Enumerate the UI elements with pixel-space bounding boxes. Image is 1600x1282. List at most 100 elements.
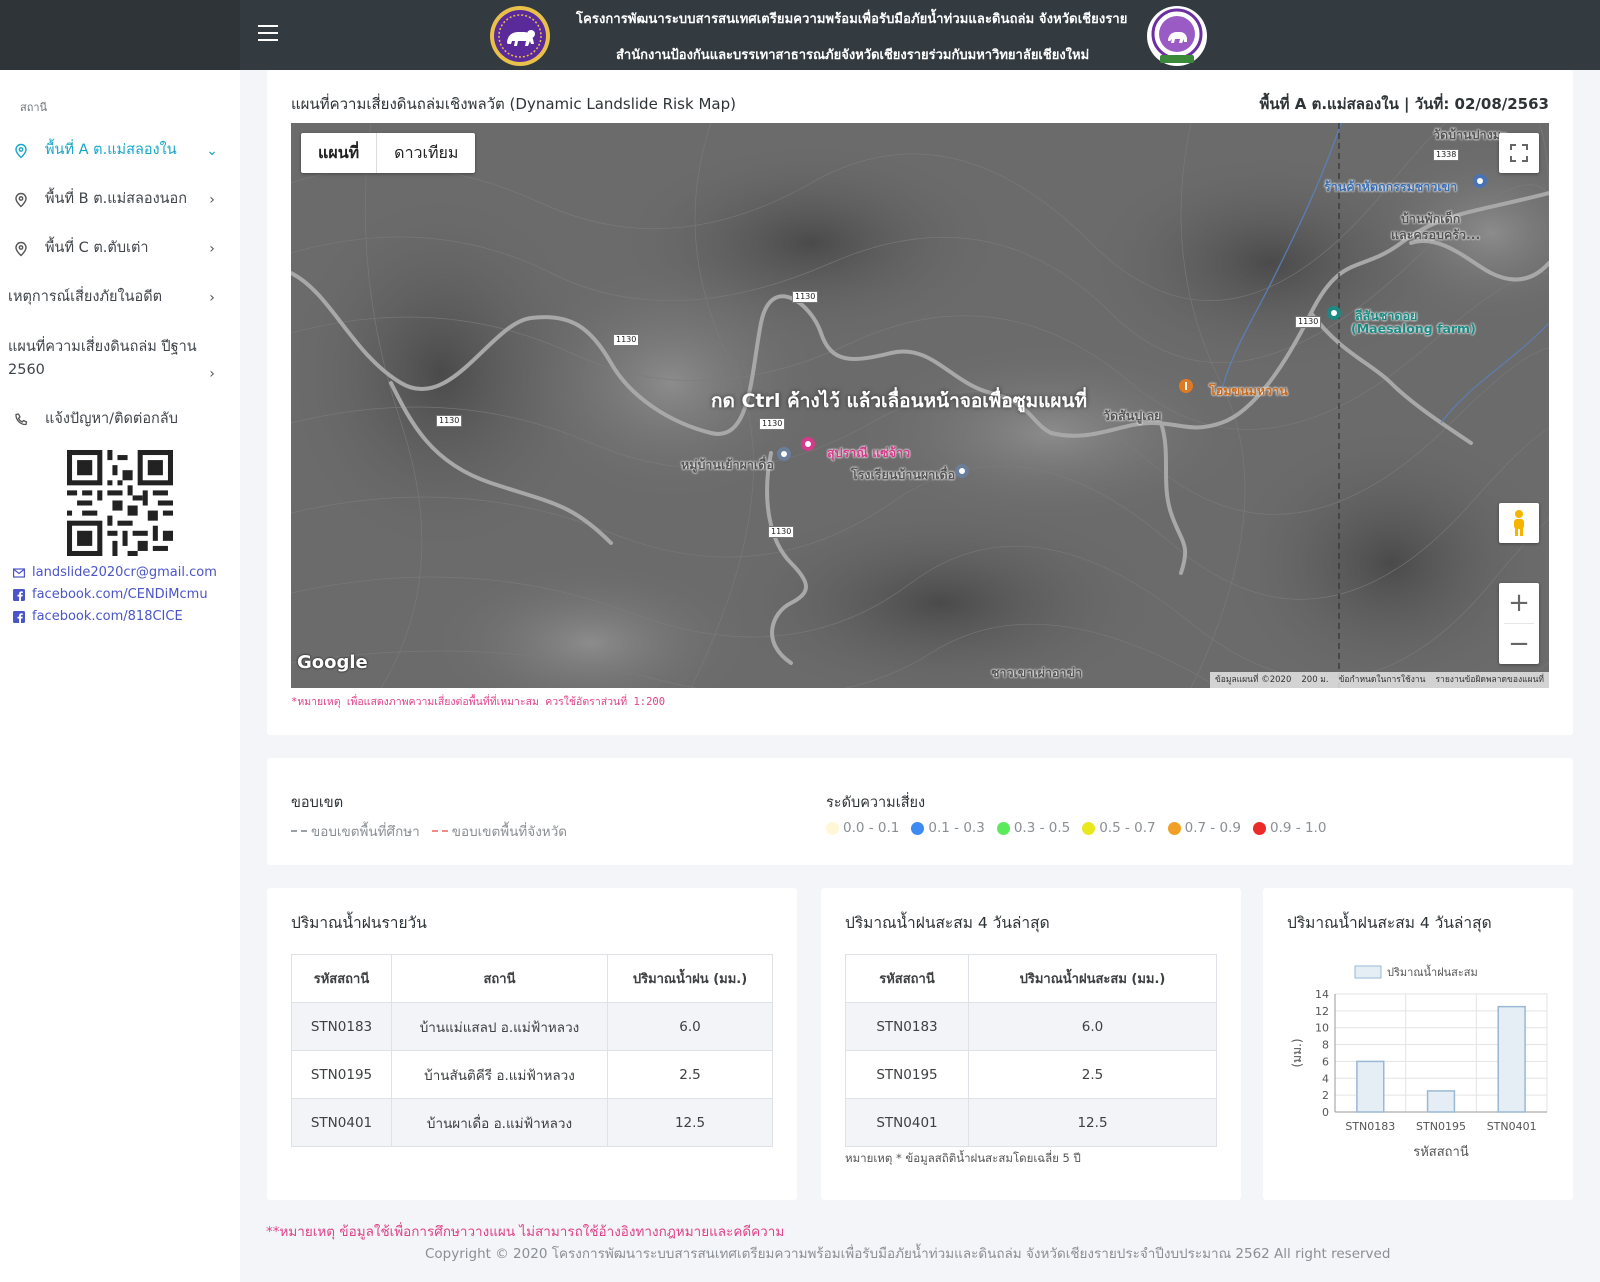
map-type-satellite-button[interactable]: ดาวเทียม bbox=[377, 133, 475, 173]
contact-email-link[interactable]: landslide2020cr@gmail.com bbox=[13, 565, 217, 580]
facebook-icon bbox=[13, 610, 25, 623]
accum-rain-title: ปริมาณน้ำฝนสะสม 4 วันล่าสุด bbox=[845, 914, 1050, 932]
route-label: 1130 bbox=[768, 526, 795, 538]
legend-label: ขอบเขตพื้นที่ศึกษา bbox=[311, 824, 420, 840]
contact-facebook-cendi-link[interactable]: facebook.com/CENDiMcmu bbox=[13, 587, 208, 602]
x-tick-label: STN0401 bbox=[1487, 1120, 1537, 1133]
sidebar-item-past-events[interactable]: เหตุการณ์เสี่ยงภัยในอดีต › bbox=[0, 286, 240, 309]
map-scale[interactable]: 200 ม. bbox=[1296, 672, 1333, 688]
risk-legend-title: ระดับความเสี่ยง bbox=[826, 795, 926, 811]
risk-level-0: 0.0 - 0.1 bbox=[826, 820, 899, 836]
poi-label[interactable]: โรงเรียนบ้านผาเดื่อ bbox=[851, 465, 955, 485]
daily-rain-table: รหัสสถานี สถานี ปริมาณน้ำฝน (มม.) STN018… bbox=[291, 954, 773, 1147]
map-data-copyright[interactable]: ข้อมูลแผนที่ ©2020 bbox=[1210, 672, 1296, 688]
station-code: STN0183 bbox=[845, 1002, 969, 1051]
table-row: STN0183 6.0 bbox=[845, 1002, 1217, 1051]
zoom-out-button[interactable]: − bbox=[1499, 624, 1539, 664]
poi-label[interactable]: หมู่บ้านเย้าผาเดื่อ bbox=[681, 455, 774, 475]
chevron-right-icon: › bbox=[209, 240, 215, 257]
y-tick-label: 4 bbox=[1322, 1072, 1329, 1085]
map-marker-icon[interactable] bbox=[775, 446, 793, 468]
sidebar-item-area-c[interactable]: พื้นที่ C ต.ตับเต่า › bbox=[0, 237, 240, 260]
risk-color-dot bbox=[996, 821, 1010, 835]
y-tick-label: 10 bbox=[1315, 1022, 1329, 1035]
table-header: รหัสสถานี bbox=[845, 954, 969, 1003]
risk-color-dot bbox=[1082, 821, 1096, 835]
table-row: STN0401 บ้านผาเดื่อ อ.แม่ฟ้าหลวง 12.5 bbox=[291, 1098, 773, 1147]
zoom-controls: + − bbox=[1499, 583, 1539, 664]
map-terms-link[interactable]: ข้อกำหนดในการใช้งาน bbox=[1334, 672, 1431, 688]
poi-label[interactable]: ร้านค้าหัตถกรรมชาวเขา bbox=[1324, 177, 1457, 197]
map-marker-icon[interactable] bbox=[799, 436, 817, 458]
table-row: STN0401 12.5 bbox=[845, 1098, 1217, 1147]
zoom-in-button[interactable]: + bbox=[1499, 583, 1539, 623]
poi-label[interactable]: (Maesalong farm) bbox=[1351, 321, 1476, 336]
risk-color-dot bbox=[911, 821, 925, 835]
rainfall-value: 2.5 bbox=[968, 1050, 1217, 1099]
chiang-rai-seal-logo bbox=[490, 6, 550, 66]
facebook-icon bbox=[13, 588, 25, 601]
map-zoom-hint: กด Ctrl ค้างไว้ แล้วเลื่อนหน้าจอเพื่อซูม… bbox=[711, 390, 1088, 412]
accum-rain-card: ปริมาณน้ำฝนสะสม 4 วันล่าสุด รหัสสถานี ปร… bbox=[821, 888, 1241, 1200]
fullscreen-button[interactable] bbox=[1499, 133, 1539, 173]
dashed-line-icon bbox=[431, 830, 448, 832]
legend-swatch bbox=[1354, 965, 1382, 979]
poi-label[interactable]: โฮมขนมหวาน bbox=[1209, 381, 1288, 401]
y-tick-label: 14 bbox=[1315, 988, 1329, 1001]
landslide-risk-map[interactable]: 1130 1130 1130 1130 1130 1130 1338 ร้านค… bbox=[291, 123, 1549, 688]
rain-chart-card: ปริมาณน้ำฝนสะสม 4 วันล่าสุด ปริมาณน้ำฝนส… bbox=[1263, 888, 1573, 1200]
chevron-right-icon: › bbox=[209, 289, 215, 306]
boundary-legend-title: ขอบเขต bbox=[291, 795, 344, 811]
risk-level-4: 0.7 - 0.9 bbox=[1167, 820, 1241, 836]
accum-rain-note: หมายเหตุ * ข้อมูลสถิติน้ำฝนสะสมโดยเฉลี่ย… bbox=[845, 1151, 1081, 1165]
rainfall-value: 12.5 bbox=[968, 1098, 1217, 1147]
bar bbox=[1426, 1090, 1456, 1113]
sidebar-item-area-b[interactable]: พื้นที่ B ต.แม่สลองนอก › bbox=[0, 188, 240, 211]
sidebar-heading: สถานี bbox=[20, 101, 48, 114]
mail-icon bbox=[13, 567, 25, 578]
legend-card: ขอบเขต ขอบเขตพื้นที่ศึกษา ขอบเขตพื้นที่จ… bbox=[267, 758, 1573, 865]
station-code: STN0401 bbox=[845, 1098, 969, 1147]
map-marker-icon[interactable] bbox=[1471, 173, 1489, 191]
poi-label[interactable]: และครอบครัว... bbox=[1391, 225, 1480, 245]
sidebar-item-label: พื้นที่ A ต.แม่สลองใน bbox=[45, 142, 177, 158]
map-report-error-link[interactable]: รายงานข้อผิดพลาดของแผนที่ bbox=[1430, 672, 1549, 688]
poi-label[interactable]: ชาวเขาเผ่าอาข่า bbox=[991, 663, 1082, 683]
map-type-map-button[interactable]: แผนที่ bbox=[301, 133, 378, 173]
station-name: บ้านผาเดื่อ อ.แม่ฟ้าหลวง bbox=[391, 1098, 608, 1147]
street-view-pegman-button[interactable] bbox=[1499, 503, 1539, 543]
poi-label[interactable]: สุปราณี แซ่จ้าว bbox=[827, 443, 910, 463]
map-card: แผนที่ความเสี่ยงดินถล่มเชิงพลวัต (Dynami… bbox=[267, 70, 1573, 735]
map-pin-icon bbox=[15, 192, 27, 207]
contact-facebook-cice-link[interactable]: facebook.com/818CICE bbox=[13, 609, 183, 624]
poi-label[interactable]: วัดบ้านปางมะ bbox=[1433, 125, 1508, 145]
map-scale-note: *หมายเหตุ เพื่อแสดงภาพความเสี่ยงต่อพื้นท… bbox=[291, 696, 666, 708]
map-marker-icon[interactable] bbox=[953, 463, 971, 485]
sidebar-item-contact[interactable]: แจ้งปัญหา/ติดต่อกลับ bbox=[0, 408, 240, 431]
map-attribution-bar: ข้อมูลแผนที่ ©2020 200 ม. ข้อกำหนดในการใ… bbox=[1209, 672, 1549, 688]
risk-legend: 0.0 - 0.1 0.1 - 0.3 0.3 - 0.5 0.5 - 0.7 … bbox=[826, 820, 1338, 836]
route-label: 1130 bbox=[436, 415, 463, 427]
sidebar-item-area-a[interactable]: พื้นที่ A ต.แม่สลองใน ⌄ bbox=[0, 139, 240, 162]
header-title-line2: สำนักงานป้องกันและบรรเทาสาธารณภัยจังหวัด… bbox=[616, 48, 1090, 63]
map-type-toggle: แผนที่ ดาวเทียม bbox=[301, 133, 476, 173]
sidebar-item-base-map-2560[interactable]: แผนที่ความเสี่ยงดินถล่ม ปีฐาน 2560 › bbox=[0, 336, 220, 382]
risk-level-1: 0.1 - 0.3 bbox=[911, 820, 985, 836]
legend-label: ปริมาณน้ำฝนสะสม bbox=[1387, 964, 1478, 979]
poi-label[interactable]: วัดสันปูเลย bbox=[1103, 406, 1162, 426]
risk-color-dot bbox=[1167, 821, 1181, 835]
station-code: STN0195 bbox=[845, 1050, 969, 1099]
y-tick-label: 12 bbox=[1315, 1005, 1329, 1018]
route-label: 1130 bbox=[759, 418, 786, 430]
map-marker-icon[interactable] bbox=[1325, 305, 1343, 327]
y-tick-label: 8 bbox=[1322, 1039, 1329, 1052]
x-axis-title: รหัสสถานี bbox=[1413, 1144, 1469, 1160]
table-row: STN0183 บ้านแม่แสลป อ.แม่ฟ้าหลวง 6.0 bbox=[291, 1002, 773, 1051]
map-marker-icon[interactable] bbox=[1177, 378, 1195, 400]
table-row: STN0195 2.5 bbox=[845, 1050, 1217, 1099]
header-title-line1: โครงการพัฒนาระบบสารสนเทศเตรียมความพร้อมเ… bbox=[576, 12, 1128, 27]
daily-rain-card: ปริมาณน้ำฝนรายวัน รหัสสถานี สถานี ปริมาณ… bbox=[267, 888, 797, 1200]
menu-toggle-button[interactable] bbox=[258, 25, 282, 45]
daily-rain-title: ปริมาณน้ำฝนรายวัน bbox=[291, 914, 427, 932]
route-label: 1130 bbox=[613, 334, 640, 346]
